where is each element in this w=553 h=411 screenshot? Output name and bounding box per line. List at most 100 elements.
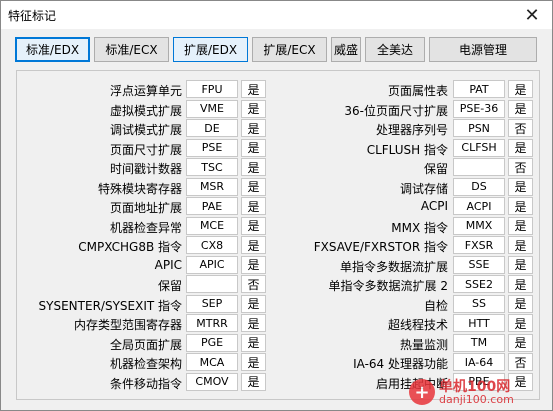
feature-code: CX8	[186, 236, 238, 254]
feature-support-value: 是	[241, 255, 266, 274]
feature-label: 启用挂起中断	[375, 376, 448, 391]
feature-code	[453, 158, 505, 176]
feature-code: DS	[453, 177, 505, 196]
feature-support-value: 否	[508, 353, 533, 371]
feature-code: SEP	[186, 294, 238, 313]
title-bar: 特征标记 ✕	[1, 1, 552, 29]
feature-label: 自检	[423, 298, 448, 313]
feature-support-value: 是	[241, 294, 266, 313]
feature-code: PAE	[186, 197, 238, 215]
feature-support-value: 是	[508, 99, 533, 118]
feature-label: MMX 指令	[391, 220, 448, 235]
feature-code: FPU	[186, 80, 238, 98]
feature-support-value: 是	[508, 177, 533, 196]
feature-support-value: 是	[241, 99, 266, 118]
feature-label: 机器检查异常	[109, 220, 182, 235]
feature-support-value: 是	[241, 372, 266, 391]
tab-bar: 标准/EDX 标准/ECX 扩展/EDX 扩展/ECX 威盛 全美达 电源管理	[1, 37, 553, 63]
feature-label: 热量监测	[399, 337, 448, 352]
feature-label: 页面尺寸扩展	[109, 142, 182, 157]
feature-support-value: 是	[241, 119, 266, 137]
feature-support-value: 是	[241, 216, 266, 235]
feature-label: 内存类型范围寄存器	[73, 318, 182, 332]
feature-label: 虚拟模式扩展	[109, 103, 182, 118]
feature-code: PSE	[186, 138, 238, 157]
feature-support-value: 是	[241, 236, 266, 254]
feature-label: APIC	[154, 257, 182, 272]
tab-transmeta[interactable]: 全美达	[365, 37, 425, 62]
window-title: 特征标记	[8, 9, 57, 23]
feature-support-value: 是	[508, 294, 533, 313]
feature-label: SYSENTER/SYSEXIT 指令	[38, 298, 182, 313]
feature-label: CLFLUSH 指令	[366, 142, 448, 157]
feature-code: SSE2	[453, 275, 505, 293]
feature-label: ACPI	[420, 199, 448, 213]
feature-support-value: 是	[241, 158, 266, 176]
feature-code: VME	[186, 99, 238, 118]
feature-support-value: 是	[508, 216, 533, 235]
feature-code: DE	[186, 119, 238, 137]
feature-code: MSR	[186, 177, 238, 196]
feature-code: TM	[453, 333, 505, 352]
feature-support-value: 是	[508, 314, 533, 332]
feature-label: 处理器序列号	[375, 123, 448, 137]
feature-label: FXSAVE/FXRSTOR 指令	[313, 240, 448, 254]
feature-code: PSN	[453, 119, 505, 137]
feature-label: 36-位页面尺寸扩展	[344, 103, 448, 118]
feature-support-value: 是	[508, 236, 533, 254]
feature-support-value: 是	[241, 177, 266, 196]
tab-standard-ecx[interactable]: 标准/ECX	[94, 37, 169, 62]
feature-support-value: 是	[508, 197, 533, 215]
tab-standard-edx[interactable]: 标准/EDX	[15, 37, 90, 62]
feature-label: 调试存储	[399, 181, 448, 196]
feature-label: 页面属性表	[387, 84, 448, 98]
feature-label: 浮点运算单元	[109, 84, 182, 98]
tab-extended-ecx[interactable]: 扩展/ECX	[252, 37, 327, 62]
feature-code: PBE	[453, 372, 505, 391]
feature-support-value: 是	[508, 138, 533, 157]
feature-code: TSC	[186, 158, 238, 176]
feature-label: 条件移动指令	[109, 376, 182, 391]
feature-support-value: 否	[241, 275, 266, 293]
tab-via[interactable]: 威盛	[331, 37, 361, 62]
feature-code	[186, 275, 238, 293]
feature-code: MMX	[453, 216, 505, 235]
feature-label: 单指令多数据流扩展 2	[328, 279, 448, 293]
feature-code: ACPI	[453, 197, 505, 215]
feature-code: SSE	[453, 255, 505, 274]
feature-code: PAT	[453, 80, 505, 98]
feature-code: MCE	[186, 216, 238, 235]
feature-code: MTRR	[186, 314, 238, 332]
feature-label: 超线程技术	[387, 318, 448, 332]
feature-support-value: 是	[241, 314, 266, 332]
feature-label: 特殊模块寄存器	[97, 181, 182, 196]
feature-label: 全局页面扩展	[109, 337, 182, 352]
feature-label: IA-64 处理器功能	[353, 357, 448, 371]
feature-code: PSE-36	[453, 99, 505, 118]
feature-code: HTT	[453, 314, 505, 332]
feature-label: 保留	[157, 279, 182, 293]
feature-support-value: 是	[241, 138, 266, 157]
feature-support-value: 是	[241, 80, 266, 98]
feature-label: 调试模式扩展	[109, 123, 182, 137]
feature-support-value: 是	[241, 353, 266, 371]
feature-support-value: 是	[508, 275, 533, 293]
feature-code: FXSR	[453, 236, 505, 254]
feature-label: 页面地址扩展	[109, 201, 182, 215]
feature-support-value: 是	[241, 197, 266, 215]
feature-support-value: 是	[508, 80, 533, 98]
feature-code: IA-64	[453, 353, 505, 371]
feature-code: SS	[453, 294, 505, 313]
feature-label: 保留	[423, 162, 448, 176]
feature-support-value: 否	[508, 158, 533, 176]
feature-support-value: 是	[508, 333, 533, 352]
feature-label: CMPXCHG8B 指令	[78, 240, 182, 254]
tab-extended-edx[interactable]: 扩展/EDX	[173, 37, 248, 62]
feature-flags-window: 特征标记 ✕ 标准/EDX 标准/ECX 扩展/EDX 扩展/ECX 威盛 全美达 电源管理…	[0, 0, 553, 411]
feature-support-value: 是	[508, 255, 533, 274]
close-icon[interactable]: ✕	[512, 1, 552, 29]
feature-label: 时间戳计数器	[109, 162, 182, 176]
feature-code: CMOV	[186, 372, 238, 391]
feature-code: MCA	[186, 353, 238, 371]
tab-power-management[interactable]: 电源管理	[429, 37, 537, 62]
